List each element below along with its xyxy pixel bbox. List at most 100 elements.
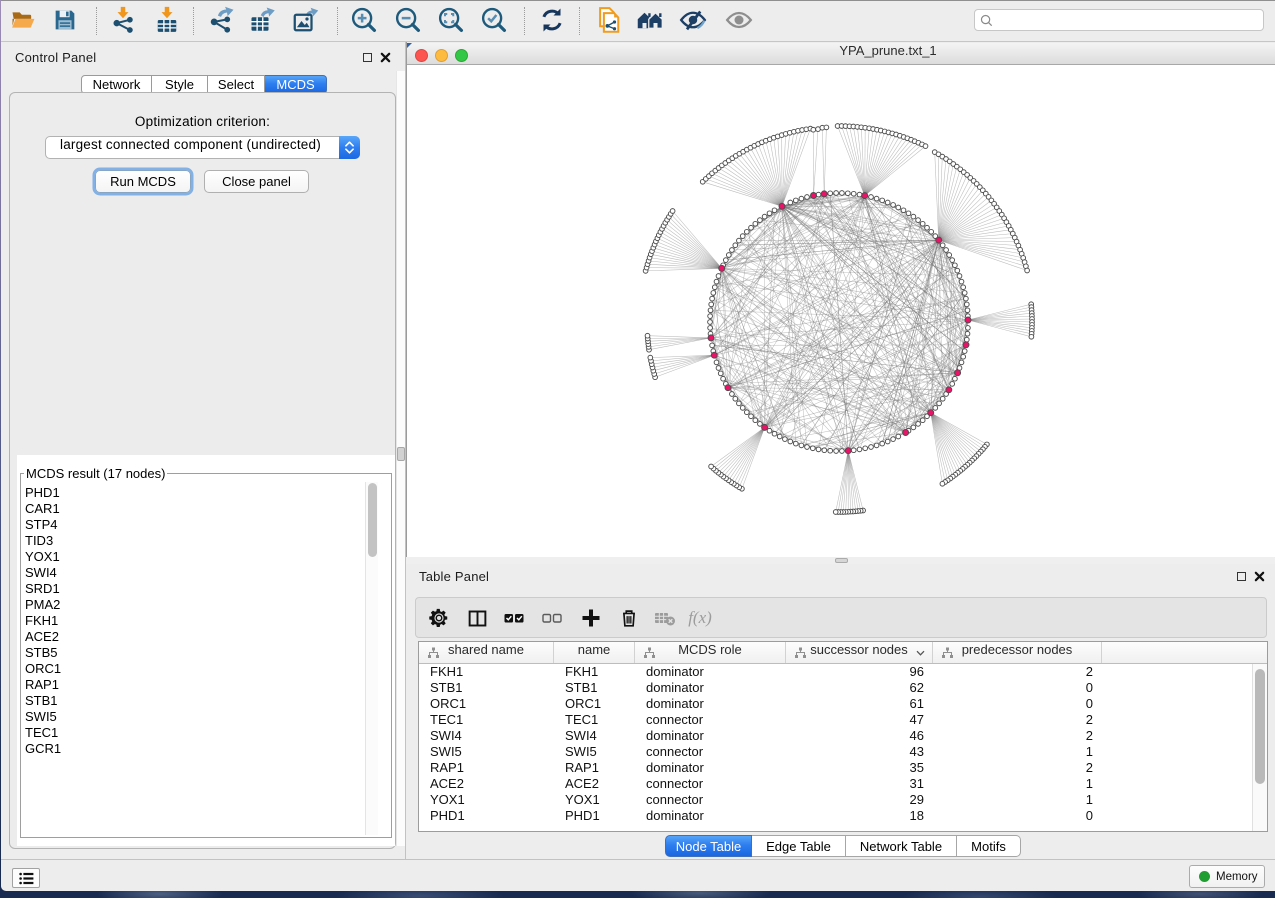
network-node[interactable]: [726, 253, 731, 258]
network-hub-node[interactable]: [946, 387, 952, 393]
network-node[interactable]: [929, 229, 934, 234]
network-node[interactable]: [711, 291, 716, 296]
network-node[interactable]: [709, 302, 714, 307]
mcds-result-scrollbar[interactable]: [365, 482, 378, 835]
network-leaf-node[interactable]: [923, 144, 928, 149]
network-node[interactable]: [911, 425, 916, 430]
network-node[interactable]: [714, 279, 719, 284]
network-hub-node[interactable]: [821, 191, 827, 197]
column-header-name[interactable]: name: [554, 642, 635, 663]
mcds-result-scrollbar-thumb[interactable]: [368, 483, 377, 557]
network-node[interactable]: [723, 258, 728, 263]
network-node[interactable]: [767, 211, 772, 216]
table-row[interactable]: SWI4SWI4dominator462: [419, 728, 1267, 744]
network-node[interactable]: [716, 366, 721, 371]
import-network-button[interactable]: [106, 4, 140, 36]
network-node[interactable]: [788, 200, 793, 205]
network-node[interactable]: [714, 360, 719, 365]
network-node[interactable]: [834, 191, 839, 196]
table-row[interactable]: ACE2ACE2connector311: [419, 776, 1267, 792]
criterion-dropdown[interactable]: largest connected component (undirected): [45, 136, 360, 159]
network-node[interactable]: [874, 443, 879, 448]
network-node[interactable]: [733, 396, 738, 401]
network-node[interactable]: [880, 198, 885, 203]
network-node[interactable]: [957, 274, 962, 279]
network-node[interactable]: [708, 308, 713, 313]
network-node[interactable]: [744, 410, 749, 415]
vertical-splitter-grip[interactable]: [397, 447, 405, 461]
mcds-result-item[interactable]: TEC1: [25, 725, 365, 741]
mcds-result-item[interactable]: RAP1: [25, 677, 365, 693]
network-node[interactable]: [758, 422, 763, 427]
mcds-result-item[interactable]: SWI4: [25, 565, 365, 581]
network-node[interactable]: [708, 314, 713, 319]
network-node[interactable]: [947, 253, 952, 258]
network-hub-node[interactable]: [955, 370, 961, 376]
network-node[interactable]: [964, 337, 969, 342]
export-table-button[interactable]: [245, 4, 279, 36]
table-scrollbar[interactable]: [1252, 664, 1267, 832]
network-node[interactable]: [762, 214, 767, 219]
network-node[interactable]: [851, 191, 856, 196]
network-node[interactable]: [896, 205, 901, 210]
network-node[interactable]: [805, 195, 810, 200]
network-node[interactable]: [911, 214, 916, 219]
run-mcds-button[interactable]: Run MCDS: [95, 170, 191, 193]
network-node[interactable]: [772, 208, 777, 213]
network-node[interactable]: [793, 198, 798, 203]
open-file-button[interactable]: [6, 4, 40, 36]
table-row[interactable]: STB1STB1dominator620: [419, 680, 1267, 696]
network-node[interactable]: [708, 320, 713, 325]
column-header-MCDS-role[interactable]: MCDS role: [635, 642, 786, 663]
network-node[interactable]: [744, 229, 749, 234]
network-hub-node[interactable]: [862, 193, 868, 199]
network-node[interactable]: [925, 225, 930, 230]
table-row[interactable]: TEC1TEC1connector472: [419, 712, 1267, 728]
network-node[interactable]: [737, 401, 742, 406]
close-table-panel-icon[interactable]: [1254, 571, 1265, 582]
network-node[interactable]: [961, 285, 966, 290]
network-leaf-node[interactable]: [940, 481, 945, 486]
mcds-result-item[interactable]: ORC1: [25, 661, 365, 677]
select-all-button[interactable]: [497, 602, 531, 634]
network-hub-node[interactable]: [903, 430, 909, 436]
network-node[interactable]: [740, 406, 745, 411]
network-window-titlebar[interactable]: YPA_prune.txt_1: [407, 43, 1275, 65]
network-node[interactable]: [710, 343, 715, 348]
network-node[interactable]: [955, 268, 960, 273]
mcds-result-item[interactable]: SRD1: [25, 581, 365, 597]
network-node[interactable]: [916, 422, 921, 427]
network-node[interactable]: [783, 437, 788, 442]
network-hub-node[interactable]: [719, 265, 725, 271]
network-node[interactable]: [793, 441, 798, 446]
network-node[interactable]: [749, 414, 754, 419]
table-settings-button[interactable]: [422, 602, 456, 634]
import-table-button[interactable]: [150, 4, 184, 36]
network-node[interactable]: [940, 243, 945, 248]
apply-layout-button[interactable]: [535, 4, 569, 36]
network-node[interactable]: [869, 195, 874, 200]
network-node[interactable]: [966, 326, 971, 331]
add-column-button[interactable]: [574, 602, 608, 634]
export-network-button[interactable]: [204, 4, 238, 36]
table-row[interactable]: SWI5SWI5connector431: [419, 744, 1267, 760]
tab-network-table[interactable]: Network Table: [846, 835, 957, 857]
zoom-fit-button[interactable]: [434, 4, 468, 36]
mcds-result-item[interactable]: STB1: [25, 693, 365, 709]
deselect-all-button[interactable]: [535, 602, 569, 634]
network-node[interactable]: [721, 376, 726, 381]
network-canvas[interactable]: [407, 65, 1275, 557]
tab-node-table[interactable]: Node Table: [665, 835, 752, 857]
network-hub-node[interactable]: [811, 193, 817, 199]
mcds-result-item[interactable]: SWI5: [25, 709, 365, 725]
zoom-selected-button[interactable]: [477, 4, 511, 36]
mcds-result-item[interactable]: TID3: [25, 533, 365, 549]
network-node[interactable]: [891, 437, 896, 442]
network-node[interactable]: [799, 196, 804, 201]
network-node[interactable]: [961, 354, 966, 359]
network-node[interactable]: [737, 238, 742, 243]
network-node[interactable]: [940, 396, 945, 401]
network-node[interactable]: [891, 203, 896, 208]
network-hub-node[interactable]: [845, 448, 851, 454]
network-leaf-node[interactable]: [811, 127, 816, 132]
